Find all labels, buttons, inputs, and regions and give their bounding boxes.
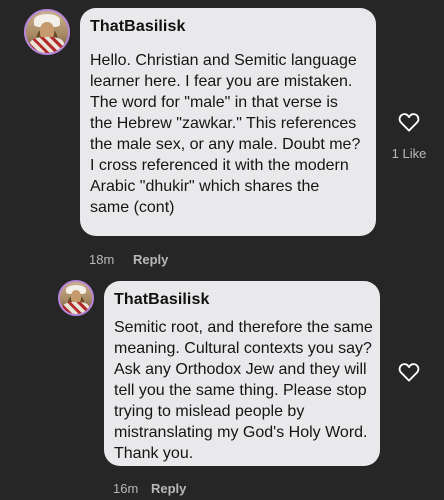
avatar-scarf: [63, 301, 89, 314]
heart-outline-icon[interactable]: [398, 362, 420, 382]
comment-bubble[interactable]: ThatBasilisk Hello. Christian and Semiti…: [80, 8, 376, 236]
avatar[interactable]: [58, 280, 94, 316]
comment-timestamp: 16m: [113, 481, 139, 496]
heart-outline-icon[interactable]: [398, 112, 420, 132]
comment-text: Semitic root, and therefore the same mea…: [114, 319, 373, 462]
comment-username[interactable]: ThatBasilisk: [90, 18, 185, 36]
comment-bubble[interactable]: ThatBasilisk Semitic root, and therefore…: [104, 281, 380, 466]
avatar[interactable]: [24, 9, 70, 55]
avatar-scarf: [30, 37, 64, 53]
reply-button[interactable]: Reply: [133, 252, 168, 267]
comment-timestamp: 18m: [89, 252, 115, 267]
reply-button[interactable]: Reply: [151, 481, 186, 496]
comment-text: Hello. Christian and Semitic language le…: [90, 52, 361, 216]
like-count[interactable]: 1 Like: [387, 146, 431, 161]
comment-username[interactable]: ThatBasilisk: [114, 291, 209, 309]
